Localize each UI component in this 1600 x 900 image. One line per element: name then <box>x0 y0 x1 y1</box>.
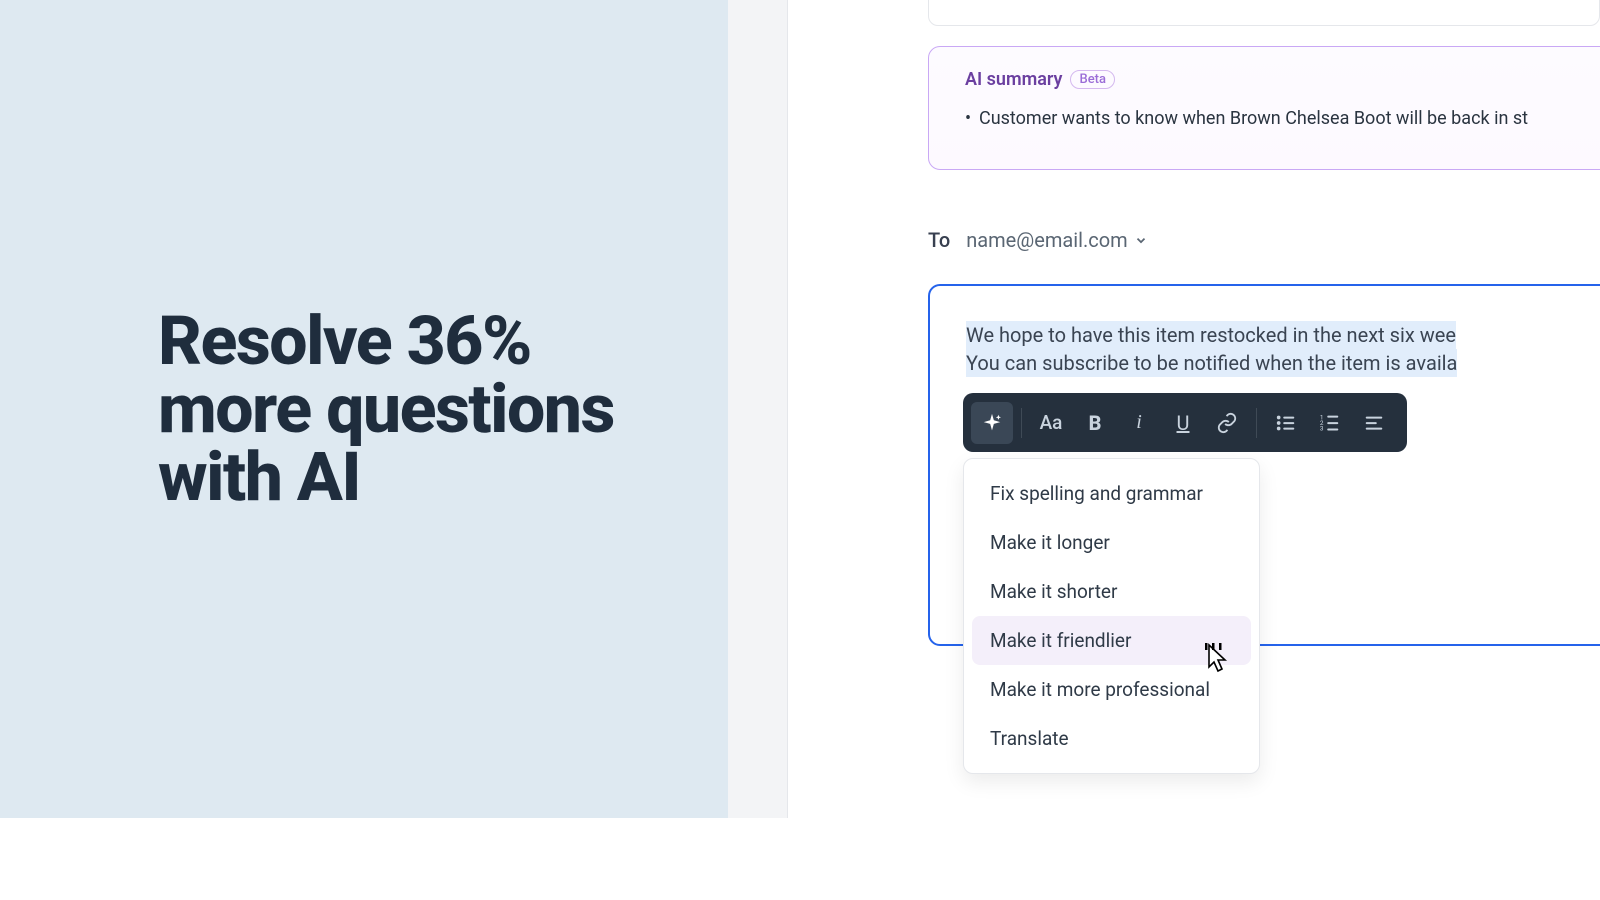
ai-summary-bullet: Customer wants to know when Brown Chelse… <box>965 108 1600 129</box>
toolbar-divider <box>1256 408 1257 438</box>
ai-sparkle-icon <box>981 412 1003 434</box>
to-line: To name@email.com <box>928 228 1148 252</box>
bold-icon: B <box>1089 411 1102 435</box>
to-email-value: name@email.com <box>966 228 1127 252</box>
draft-line-2: You can subscribe to be notified when th… <box>966 349 1457 377</box>
menu-item-make-shorter[interactable]: Make it shorter <box>972 567 1251 616</box>
italic-button[interactable]: i <box>1118 402 1160 444</box>
hero-panel: Resolve 36% more questions with AI <box>0 0 728 818</box>
underline-icon: U <box>1177 411 1190 435</box>
ai-actions-menu: Fix spelling and grammar Make it longer … <box>963 458 1260 774</box>
bullet-list-icon <box>1275 412 1297 434</box>
compose-draft-text[interactable]: We hope to have this item restocked in t… <box>966 322 1600 377</box>
italic-icon: i <box>1136 411 1142 434</box>
bold-button[interactable]: B <box>1074 402 1116 444</box>
menu-item-translate[interactable]: Translate <box>972 714 1251 763</box>
text-size-button[interactable]: Aa <box>1030 402 1072 444</box>
divider-strip <box>728 0 788 818</box>
link-button[interactable] <box>1206 402 1248 444</box>
align-left-icon <box>1363 412 1385 434</box>
ai-summary-title: AI summary <box>965 69 1062 90</box>
chevron-down-icon <box>1134 233 1148 247</box>
numbered-list-button[interactable]: 1 2 3 <box>1309 402 1351 444</box>
svg-text:3: 3 <box>1320 424 1324 432</box>
menu-item-fix-spelling[interactable]: Fix spelling and grammar <box>972 469 1251 518</box>
numbered-list-icon: 1 2 3 <box>1319 412 1341 434</box>
beta-badge: Beta <box>1070 70 1115 89</box>
to-recipient-dropdown[interactable]: name@email.com <box>966 228 1147 252</box>
link-icon <box>1216 412 1238 434</box>
hero-headline: Resolve 36% more questions with AI <box>158 307 614 511</box>
bullet-list-button[interactable] <box>1265 402 1307 444</box>
formatting-toolbar: Aa B i U 1 2 3 <box>963 393 1407 452</box>
to-label: To <box>928 228 950 252</box>
ai-tools-button[interactable] <box>971 402 1013 444</box>
menu-item-make-longer[interactable]: Make it longer <box>972 518 1251 567</box>
text-size-icon: Aa <box>1040 411 1063 434</box>
draft-line-1: We hope to have this item restocked in t… <box>966 321 1456 349</box>
ai-summary-card: AI summary Beta Customer wants to know w… <box>928 46 1600 170</box>
ai-summary-header: AI summary Beta <box>965 69 1600 90</box>
toolbar-divider <box>1021 408 1022 438</box>
align-button[interactable] <box>1353 402 1395 444</box>
underline-button[interactable]: U <box>1162 402 1204 444</box>
hero-line-3: with AI <box>158 437 360 517</box>
pointer-cursor-icon <box>1200 642 1230 680</box>
previous-card-edge <box>928 0 1600 26</box>
